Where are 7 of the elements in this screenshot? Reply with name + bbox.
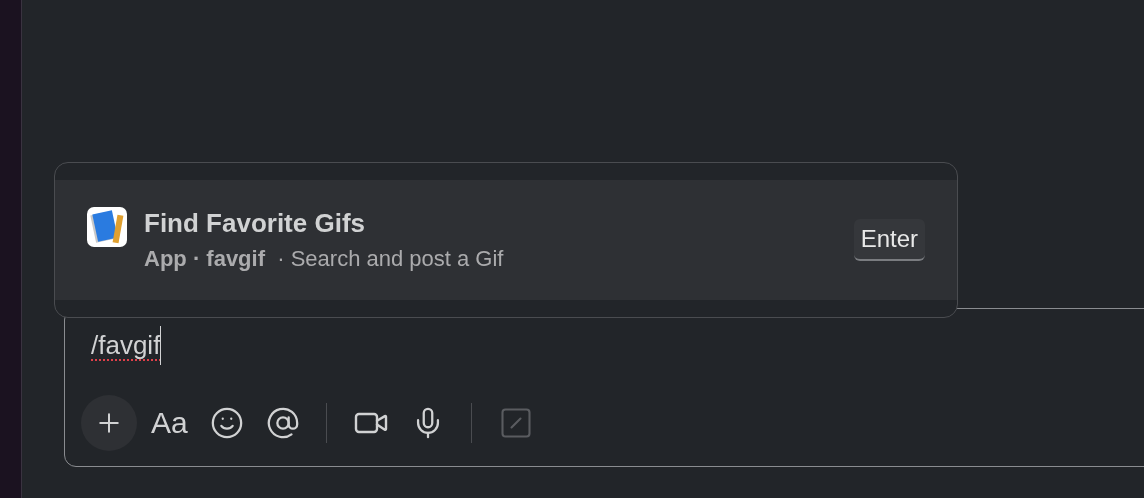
format-button[interactable]: Aa (143, 403, 196, 443)
suggestion-title: Find Favorite Gifs (144, 207, 367, 240)
enter-key: Enter (853, 219, 925, 261)
notebook-icon (87, 207, 127, 247)
suggestion-details: App · favgif · Search and post a Gif (144, 245, 504, 273)
message-field[interactable]: /favgif (91, 325, 162, 365)
suggestion-item[interactable]: Find Favorite Gifs App · favgif · Search and post a Gif Enter (55, 180, 957, 300)
